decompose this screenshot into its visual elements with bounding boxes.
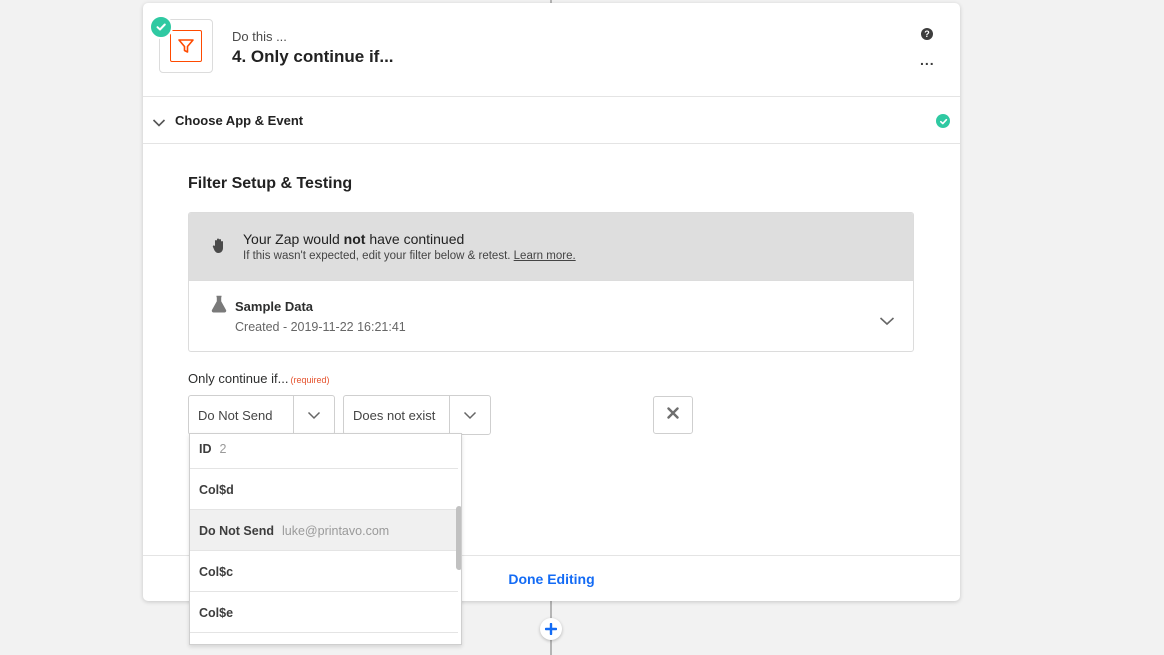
result-banner: Your Zap would not have continued If thi… — [189, 213, 913, 280]
chevron-down-icon[interactable] — [879, 313, 895, 331]
test-result-box: Your Zap would not have continued If thi… — [188, 212, 914, 352]
step-subtitle: Do this ... — [232, 29, 287, 44]
flask-icon — [210, 295, 228, 318]
check-circle-icon — [936, 114, 950, 128]
learn-more-link[interactable]: Learn more. — [514, 250, 576, 262]
step-header[interactable]: Do this ... 4. Only continue if... ? ... — [143, 3, 960, 97]
help-icon[interactable]: ? — [921, 28, 933, 40]
dropdown-option[interactable]: Col$d — [190, 469, 458, 510]
field-select[interactable]: Do Not Send — [188, 395, 335, 435]
filter-icon — [170, 30, 202, 62]
chevron-down-icon — [152, 115, 166, 133]
add-step-button[interactable] — [540, 618, 562, 640]
result-title: Your Zap would not have continued — [243, 231, 465, 247]
choose-app-event-section[interactable]: Choose App & Event — [143, 97, 960, 144]
chevron-down-icon[interactable] — [449, 396, 490, 434]
check-circle-icon — [149, 15, 173, 39]
step-title[interactable]: 4. Only continue if... — [232, 47, 394, 67]
sample-data-title: Sample Data — [235, 299, 314, 314]
hand-icon — [212, 237, 226, 260]
dropdown-option[interactable]: Col$c — [190, 551, 458, 592]
field-dropdown-menu[interactable]: ID 2 Col$d Do Not Send luke@printavo.com C… — [189, 433, 462, 645]
operator-select-value: Does not exist — [353, 408, 436, 423]
filter-heading: Filter Setup & Testing — [188, 175, 353, 192]
sample-data-row[interactable]: Sample Data Created - 2019-11-22 16:21:4… — [189, 280, 913, 351]
sample-data-created: Created - 2019-11-22 16:21:41 — [235, 320, 406, 334]
dropdown-option-selected[interactable]: Do Not Send luke@printavo.com — [190, 510, 458, 551]
section-title: Choose App & Event — [175, 113, 304, 128]
chevron-down-icon[interactable] — [293, 396, 334, 434]
field-select-value: Do Not Send — [198, 408, 273, 423]
remove-condition-button[interactable] — [653, 396, 693, 434]
result-subtitle: If this wasn't expected, edit your filte… — [243, 250, 576, 262]
dropdown-option[interactable]: Col$e — [190, 592, 458, 633]
dropdown-scrollbar[interactable] — [456, 506, 461, 570]
dropdown-option[interactable]: ID 2 — [190, 434, 458, 469]
close-icon — [667, 406, 679, 424]
condition-label: Only continue if... (required) — [188, 371, 330, 386]
plus-icon — [544, 619, 558, 640]
more-icon[interactable]: ... — [920, 53, 935, 67]
operator-select[interactable]: Does not exist — [343, 395, 491, 435]
required-label: (required) — [290, 375, 330, 385]
